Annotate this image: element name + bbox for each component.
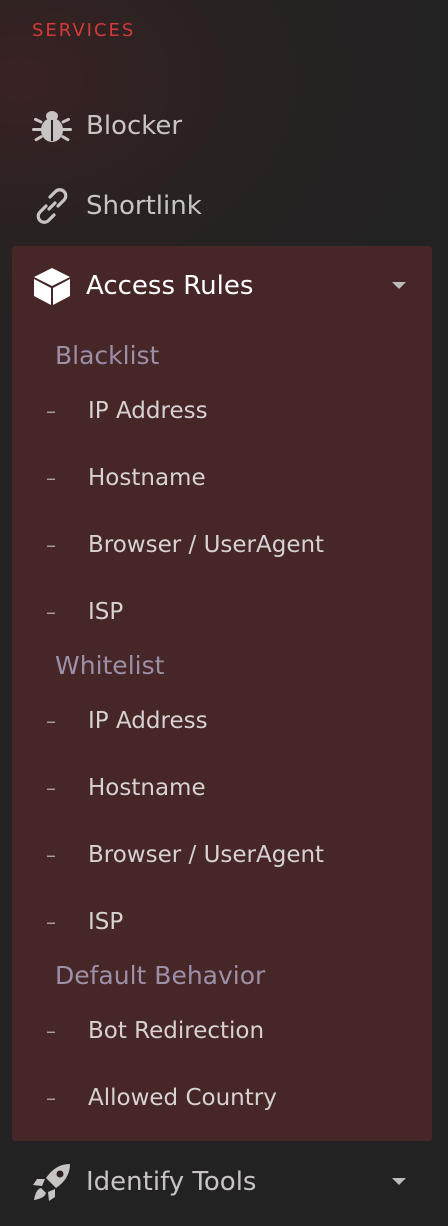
submenu-item[interactable]: – IP Address	[46, 701, 208, 741]
chevron-down-icon[interactable]	[392, 282, 406, 289]
link-icon	[32, 186, 72, 226]
sidebar-item-label: Identify Tools	[86, 1167, 257, 1197]
chevron-down-icon[interactable]	[392, 1178, 406, 1185]
submenu-item[interactable]: – IP Address	[46, 391, 208, 431]
group-label-blacklist: Blacklist	[55, 341, 160, 370]
group-label-default-behavior: Default Behavior	[55, 961, 266, 990]
submenu-item[interactable]: – Browser / UserAgent	[46, 525, 324, 565]
sidebar-item-access-rules[interactable]: Access Rules	[32, 264, 412, 308]
cube-icon	[32, 266, 72, 306]
bug-icon	[32, 106, 72, 146]
submenu-item[interactable]: – Browser / UserAgent	[46, 835, 324, 875]
submenu-item[interactable]: – Hostname	[46, 458, 206, 498]
submenu-item[interactable]: – ISP	[46, 902, 123, 942]
sidebar-item-label: Access Rules	[86, 271, 254, 301]
sidebar-item-label: Blocker	[86, 111, 183, 141]
sidebar-item-identify-tools[interactable]: Identify Tools	[32, 1160, 256, 1204]
sidebar-item-blocker[interactable]: Blocker	[32, 104, 182, 148]
access-rules-panel: Access Rules Blacklist – IP Address – Host…	[12, 246, 432, 1141]
submenu-item[interactable]: – Bot Redirection	[46, 1011, 264, 1051]
submenu-item[interactable]: – Allowed Country	[46, 1078, 277, 1118]
group-label-whitelist: Whitelist	[55, 651, 165, 680]
submenu-item[interactable]: – ISP	[46, 592, 123, 632]
sidebar-item-label: Shortlink	[86, 191, 202, 221]
submenu-item[interactable]: – Hostname	[46, 768, 206, 808]
sidebar-item-shortlink[interactable]: Shortlink	[32, 184, 202, 228]
section-heading-services: SERVICES	[32, 20, 136, 41]
rocket-icon	[32, 1162, 72, 1202]
